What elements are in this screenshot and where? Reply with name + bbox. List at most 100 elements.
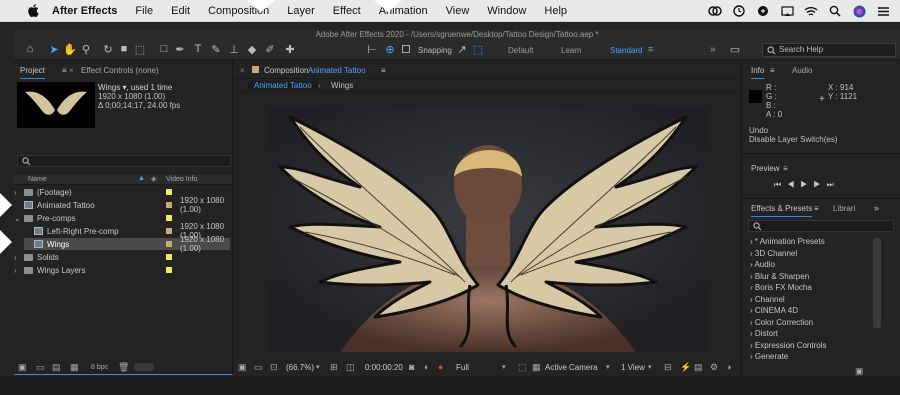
- pan-behind-tool-icon[interactable]: ⬚: [134, 43, 146, 56]
- project-settings-icon[interactable]: ▦: [70, 362, 79, 373]
- workspace-standard[interactable]: Standard: [610, 46, 642, 55]
- label-swatch[interactable]: [166, 189, 172, 195]
- views-dropdown[interactable]: 1 View: [621, 363, 645, 372]
- comp-viewer[interactable]: [270, 107, 706, 352]
- show-snapshot-icon[interactable]: ◐: [424, 362, 429, 372]
- tab-project[interactable]: Project: [20, 66, 45, 79]
- project-search-input[interactable]: [17, 155, 231, 167]
- camera-dropdown[interactable]: Active Camera: [545, 363, 597, 372]
- list-item[interactable]: Animated Tattoo 1920 x 1080 (1.00): [14, 196, 230, 214]
- refresh-icon[interactable]: [732, 4, 746, 18]
- pen-tool-icon[interactable]: ✒: [174, 43, 186, 56]
- apple-icon[interactable]: [26, 4, 40, 18]
- interpret-footage-icon[interactable]: ▣: [18, 362, 27, 373]
- reset-exposure-icon[interactable]: ◑: [726, 362, 731, 372]
- thumbnail-size-slider[interactable]: [134, 363, 154, 371]
- current-timecode[interactable]: 0:00:00:20: [365, 363, 403, 372]
- effect-category[interactable]: › 3D Channel: [750, 249, 878, 258]
- breadcrumb-wings[interactable]: Wings: [331, 81, 353, 90]
- world-axis-icon[interactable]: ⊕: [384, 43, 396, 56]
- bpc-label[interactable]: 8 bpc: [91, 364, 108, 371]
- menu-effect[interactable]: Effect: [333, 5, 361, 17]
- snapping-checkbox[interactable]: [402, 45, 410, 53]
- snap-grid-icon[interactable]: ⬚: [472, 43, 484, 56]
- clone-stamp-tool-icon[interactable]: ⊥: [228, 43, 240, 56]
- col-name[interactable]: Name: [28, 176, 47, 183]
- resolution-dropdown[interactable]: Full: [456, 363, 469, 372]
- toggle-pixel-aspect-icon[interactable]: ⊟: [664, 362, 672, 373]
- views-dropdown-icon[interactable]: ▾: [648, 363, 652, 371]
- always-preview-icon[interactable]: ▣: [238, 362, 247, 373]
- effect-category[interactable]: › Distort: [750, 329, 878, 338]
- selection-tool-icon[interactable]: ➤: [48, 43, 60, 56]
- comp-tab-name[interactable]: Animated Tattoo: [308, 66, 366, 75]
- label-swatch[interactable]: [166, 254, 172, 260]
- effect-category[interactable]: › CINEMA 4D: [750, 306, 878, 315]
- puppet-pin-tool-icon[interactable]: ✚: [284, 43, 296, 56]
- effect-category[interactable]: › Expression Controls: [750, 341, 878, 350]
- effect-category[interactable]: › Channel: [750, 295, 878, 304]
- flowchart-icon[interactable]: ⚙: [710, 362, 718, 373]
- effect-category[interactable]: › Boris FX Mocha: [750, 283, 878, 292]
- type-tool-icon[interactable]: T: [192, 43, 204, 55]
- camera-dropdown-icon[interactable]: ▾: [606, 363, 610, 371]
- tab-project-menu-icon[interactable]: ≡: [62, 66, 67, 75]
- eraser-tool-icon[interactable]: ◆: [246, 43, 258, 56]
- list-item[interactable]: › Solids: [14, 251, 230, 263]
- workspace-learn[interactable]: Learn: [561, 46, 581, 55]
- grid-icon[interactable]: ⊞: [330, 362, 338, 373]
- label-swatch[interactable]: [166, 267, 172, 273]
- workspace-overflow-icon[interactable]: »: [710, 44, 716, 55]
- collapse-arrow-icon[interactable]: ⌄: [14, 214, 24, 223]
- cast-icon[interactable]: [780, 4, 794, 18]
- menu-edit[interactable]: Edit: [171, 5, 190, 17]
- effects-search-input[interactable]: [748, 220, 894, 232]
- fast-previews-icon[interactable]: ⚡: [680, 362, 691, 373]
- label-swatch[interactable]: [166, 241, 172, 247]
- menu-layer[interactable]: Layer: [287, 5, 315, 17]
- timeline-icon[interactable]: ▤: [694, 362, 703, 373]
- tab-effects-presets[interactable]: Effects & Presets: [751, 204, 813, 217]
- expand-arrow-icon[interactable]: ›: [14, 188, 24, 197]
- comp-close-icon[interactable]: ×: [240, 66, 245, 75]
- menu-list-icon[interactable]: [876, 4, 890, 18]
- effect-category[interactable]: › Blur & Sharpen: [750, 272, 878, 281]
- zoom-dropdown-icon[interactable]: ▾: [316, 363, 320, 371]
- next-frame-icon[interactable]: ▶: [813, 180, 826, 189]
- snap-option-icon[interactable]: ↗: [456, 43, 468, 56]
- brush-tool-icon[interactable]: ✎: [210, 43, 222, 56]
- workspace-menu-icon[interactable]: ≡: [648, 44, 653, 54]
- play-icon[interactable]: ▶: [800, 180, 813, 189]
- first-frame-icon[interactable]: ⏮: [774, 180, 787, 189]
- camera-tool-icon[interactable]: ■: [118, 43, 130, 55]
- last-frame-icon[interactable]: ⏭: [827, 180, 840, 189]
- roto-brush-tool-icon[interactable]: ✐: [264, 43, 276, 56]
- tab-info-menu-icon[interactable]: ≡: [770, 66, 775, 75]
- tab-close-icon[interactable]: ×: [69, 66, 74, 75]
- label-tag-icon[interactable]: ◈: [151, 175, 156, 183]
- effects-overflow-icon[interactable]: »: [874, 203, 879, 213]
- rotate-tool-icon[interactable]: ↻: [102, 43, 114, 56]
- search-help-input[interactable]: Search Help: [762, 43, 896, 57]
- new-folder-icon[interactable]: ▭: [36, 362, 45, 373]
- tab-info[interactable]: Info: [751, 66, 765, 79]
- resolution-dropdown-icon[interactable]: ▾: [502, 363, 506, 371]
- previous-frame-icon[interactable]: ◀: [787, 180, 800, 189]
- expand-arrow-icon[interactable]: ›: [14, 266, 24, 275]
- local-axis-icon[interactable]: ⊢: [366, 43, 378, 56]
- mask-visibility-icon[interactable]: ◫: [346, 362, 355, 373]
- trash-icon[interactable]: 🗑: [118, 362, 129, 373]
- preview-menu-icon[interactable]: ≡: [783, 164, 788, 173]
- breadcrumb-animated-tattoo[interactable]: Animated Tattoo: [248, 81, 318, 90]
- vr-icon[interactable]: ⊡: [270, 362, 278, 373]
- expand-arrow-icon[interactable]: ›: [14, 253, 24, 262]
- workspace-default[interactable]: Default: [508, 46, 533, 55]
- transparency-grid-icon[interactable]: ▦: [532, 362, 541, 373]
- region-of-interest-icon[interactable]: ⬚: [518, 362, 527, 373]
- label-swatch[interactable]: [166, 202, 172, 208]
- search-icon[interactable]: [828, 4, 842, 18]
- home-icon[interactable]: ⌂: [24, 43, 36, 55]
- new-composition-icon[interactable]: ▤: [52, 362, 61, 373]
- list-item[interactable]: › Wings Layers: [14, 264, 230, 276]
- creative-cloud-icon[interactable]: [708, 4, 722, 18]
